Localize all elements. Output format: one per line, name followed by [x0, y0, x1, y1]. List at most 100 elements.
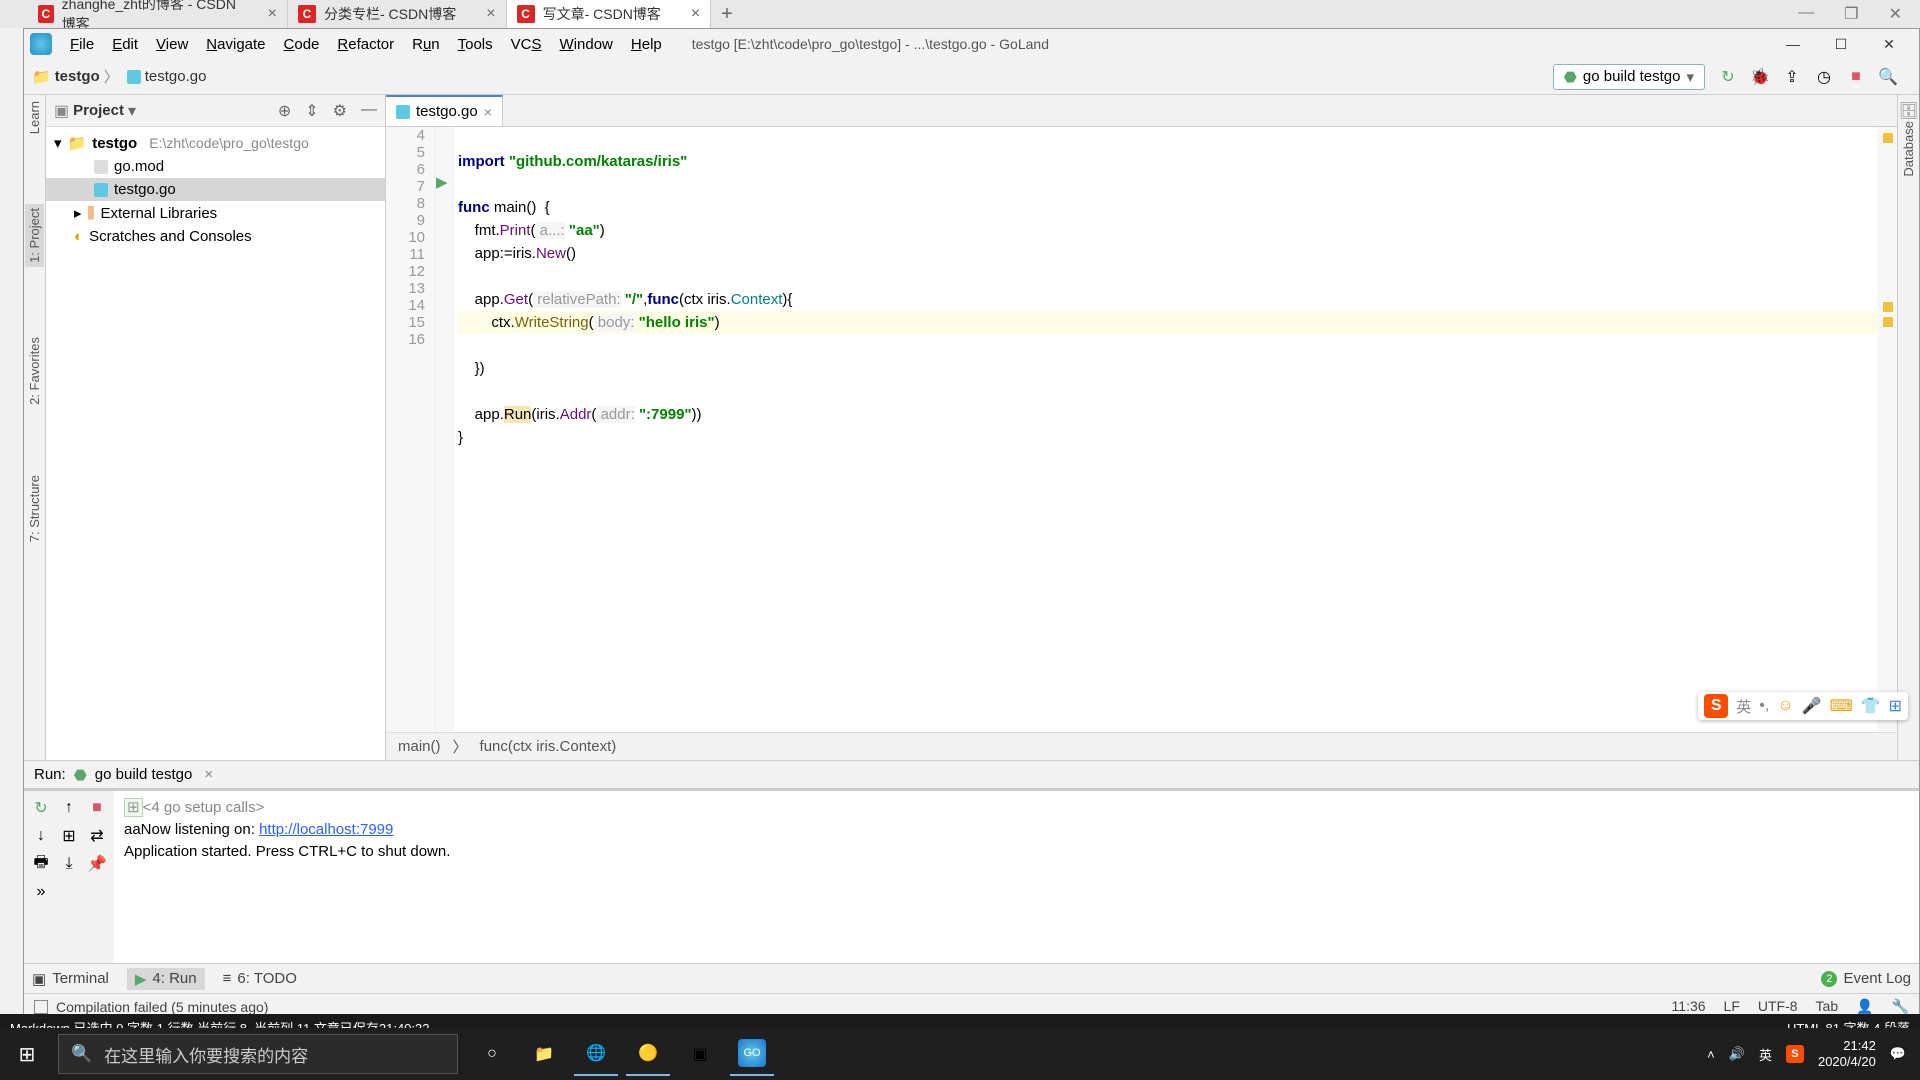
browser-tab-2[interactable]: C分类专栏- CSDN博客× — [288, 0, 507, 28]
menu-vcs[interactable]: VCS — [503, 32, 550, 57]
keyboard-icon[interactable]: ⌨ — [1830, 696, 1853, 716]
run-toolbar: ↻ ↑ ■ ↓ ⊞ ⇄ 🖶 ⤓ 📌 » — [24, 791, 114, 963]
stop-icon[interactable]: ■ — [1847, 68, 1865, 86]
code-content[interactable]: import "github.com/kataras/iris" func ma… — [454, 127, 1877, 732]
rerun-icon[interactable]: ↻ — [30, 797, 52, 819]
menu-refactor[interactable]: Refactor — [329, 32, 402, 57]
stop-icon[interactable]: ■ — [86, 797, 108, 819]
volume-icon[interactable]: 🔊 — [1729, 1046, 1745, 1062]
menu-tools[interactable]: Tools — [450, 32, 501, 57]
server-url-link[interactable]: http://localhost:7999 — [259, 821, 393, 838]
coverage-icon[interactable]: ⇪ — [1783, 68, 1801, 86]
settings-icon[interactable]: 🔧 — [1892, 998, 1909, 1015]
terminal-icon[interactable]: ▣ — [678, 1032, 722, 1076]
menu-navigate[interactable]: Navigate — [198, 32, 273, 57]
layout-icon[interactable]: ⊞ — [58, 825, 80, 847]
tab-todo[interactable]: ≡ 6: TODO — [223, 970, 297, 987]
tab-event-log[interactable]: 2 Event Log — [1821, 970, 1911, 987]
expand-icon[interactable]: » — [30, 881, 52, 903]
tab-run[interactable]: ▶ 4: Run — [127, 968, 205, 990]
new-tab-button[interactable]: + — [711, 3, 743, 26]
run-icon[interactable]: ↻ — [1719, 68, 1737, 86]
tab-terminal[interactable]: ▣ Terminal — [32, 970, 109, 988]
ide-maximize-icon[interactable]: ☐ — [1832, 35, 1850, 53]
status-message: Compilation failed (5 minutes ago) — [56, 999, 268, 1015]
tree-project-root[interactable]: ▾📁 testgo E:\zht\code\pro_go\testgo — [46, 131, 385, 155]
sogou-tray-icon[interactable]: S — [1786, 1045, 1804, 1063]
run-gutter-icon[interactable]: ▶ — [436, 173, 454, 191]
hide-icon[interactable]: — — [361, 101, 377, 121]
breadcrumb[interactable]: 📁 testgo 〉 testgo.go — [32, 66, 206, 87]
encoding[interactable]: UTF-8 — [1758, 998, 1798, 1015]
down-icon[interactable]: ↓ — [30, 825, 52, 847]
goland-taskbar-icon[interactable]: GO — [730, 1032, 774, 1076]
sidebar-structure[interactable]: 7: Structure — [27, 475, 42, 542]
breadcrumb-project: testgo — [55, 68, 100, 85]
close-icon[interactable]: × — [486, 5, 495, 23]
mic-icon[interactable]: 🎤 — [1802, 696, 1822, 716]
browser-tab-3[interactable]: C写文章- CSDN博客× — [507, 0, 712, 28]
run-config-selector[interactable]: ⬣go build testgo▾ — [1553, 64, 1705, 90]
tree-external-libraries[interactable]: ▸⫼External Libraries — [46, 201, 385, 225]
window-restore-icon[interactable]: ❐ — [1844, 4, 1858, 24]
start-button[interactable]: ⊞ — [0, 1028, 54, 1080]
system-tray[interactable]: ˄ 🔊 英 S 21:42 2020/4/20 💬 — [1707, 1038, 1920, 1070]
search-icon[interactable]: 🔍 — [1879, 68, 1897, 86]
target-icon[interactable]: ⊕ — [278, 101, 291, 121]
menu-edit[interactable]: Edit — [104, 32, 146, 57]
browser-icon[interactable]: 🌐 — [574, 1032, 618, 1076]
collapse-icon[interactable]: ⇕ — [305, 101, 318, 121]
profile-icon[interactable]: ◷ — [1815, 68, 1833, 86]
gear-icon[interactable]: ⚙ — [333, 101, 347, 121]
tree-testgo-go[interactable]: testgo.go — [46, 178, 385, 201]
toolbox-icon[interactable]: ⊞ — [1889, 696, 1902, 716]
menu-view[interactable]: View — [148, 32, 196, 57]
sidebar-learn[interactable]: Learn — [27, 101, 42, 134]
close-icon[interactable]: × — [484, 104, 492, 120]
line-separator[interactable]: LF — [1724, 998, 1740, 1015]
menu-code[interactable]: Code — [276, 32, 328, 57]
tree-scratches[interactable]: ◐Scratches and Consoles — [46, 225, 385, 248]
menu-run[interactable]: Run — [404, 32, 448, 57]
ide-close-icon[interactable]: ✕ — [1880, 35, 1898, 53]
browser-tab-1[interactable]: Czhanghe_zht的博客 - CSDN博客× — [28, 0, 288, 28]
debug-icon[interactable]: 🐞 — [1751, 68, 1769, 86]
up-icon[interactable]: ↑ — [58, 797, 80, 819]
menu-window[interactable]: Window — [552, 32, 621, 57]
chrome-icon[interactable]: 🟡 — [626, 1032, 670, 1076]
explorer-icon[interactable]: 📁 — [522, 1032, 566, 1076]
window-close-icon[interactable]: ✕ — [1889, 4, 1902, 24]
ime-toolbar[interactable]: S 英 •, ☺ 🎤 ⌨ 👕 ⊞ — [1698, 692, 1908, 720]
tray-chevron-icon[interactable]: ˄ — [1707, 1047, 1715, 1062]
pin-icon[interactable]: 📌 — [86, 853, 108, 875]
clock[interactable]: 21:42 2020/4/20 — [1818, 1038, 1876, 1070]
sogou-icon[interactable]: S — [1704, 694, 1728, 718]
scroll-icon[interactable]: ⤓ — [58, 853, 80, 875]
editor-tab-testgo[interactable]: testgo.go × — [386, 95, 503, 126]
ime-indicator[interactable]: 英 — [1759, 1045, 1772, 1064]
sidebar-favorites[interactable]: 2: Favorites — [27, 337, 42, 405]
sidebar-database[interactable]: Database — [1901, 121, 1916, 177]
taskbar-search[interactable]: 🔍 在这里输入你要搜索的内容 — [58, 1034, 458, 1074]
code-editor[interactable]: 45678910111213141516 ▶ import "github.co… — [386, 127, 1897, 732]
wrap-icon[interactable]: ⇄ — [86, 825, 108, 847]
menu-file[interactable]: File — [62, 32, 102, 57]
close-icon[interactable]: × — [204, 766, 213, 783]
sidebar-project[interactable]: 1: Project — [25, 204, 44, 267]
indent[interactable]: Tab — [1816, 998, 1839, 1015]
tree-gomod[interactable]: go.mod — [46, 155, 385, 178]
window-minimize-icon[interactable]: — — [1798, 4, 1814, 24]
print-icon[interactable]: 🖶 — [30, 853, 52, 875]
close-icon[interactable]: × — [691, 5, 700, 23]
gutter-marks: ▶ — [436, 127, 454, 732]
notifications-icon[interactable]: 💬 — [1890, 1046, 1906, 1062]
skin-icon[interactable]: 👕 — [1861, 696, 1881, 716]
run-console[interactable]: ⊞<4 go setup calls> aaNow listening on: … — [114, 791, 1919, 963]
caret-position[interactable]: 11:36 — [1672, 998, 1706, 1015]
ide-minimize-icon[interactable]: — — [1784, 35, 1802, 53]
task-view-icon[interactable]: ○ — [470, 1032, 514, 1076]
menu-help[interactable]: Help — [623, 32, 670, 57]
emoji-icon[interactable]: ☺ — [1777, 697, 1793, 715]
inspector-icon[interactable]: 👤 — [1856, 998, 1873, 1015]
close-icon[interactable]: × — [268, 5, 277, 23]
